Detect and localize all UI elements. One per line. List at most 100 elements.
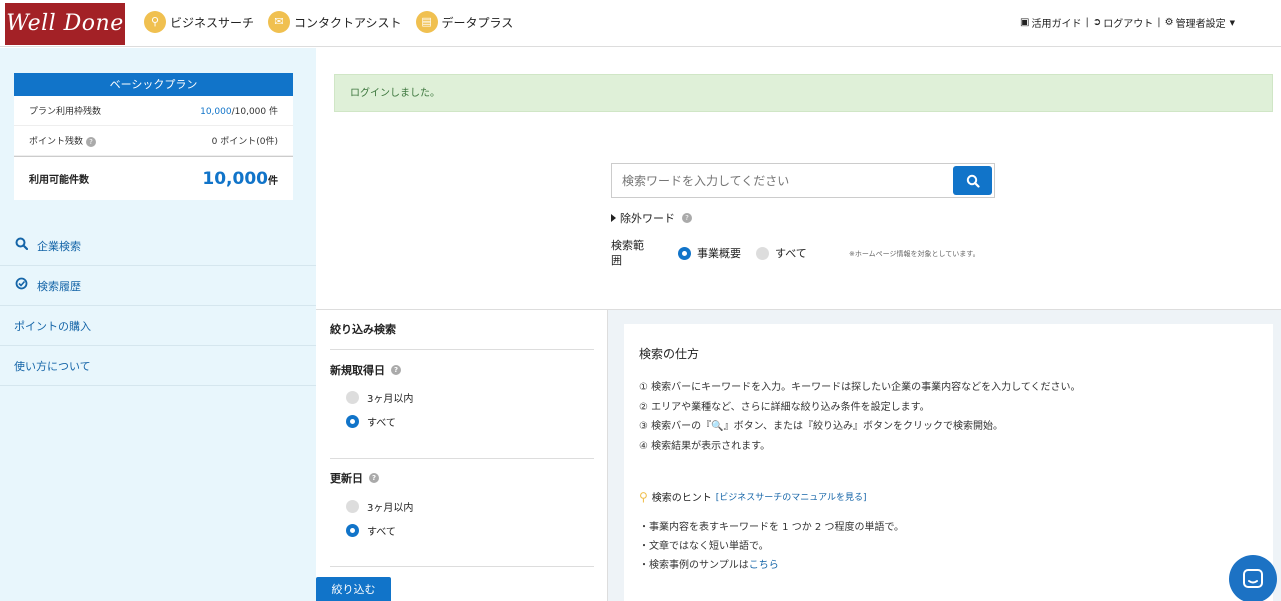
radio-unselected[interactable] [346, 391, 359, 404]
sidebar-item-label: 使い方について [14, 359, 91, 373]
updated-date-heading: 更新日 ? [330, 470, 379, 486]
sidebar-item-label: 企業検索 [37, 239, 81, 253]
divider: | [1085, 17, 1089, 28]
search-scope-label: 検索範囲 [611, 239, 644, 267]
plan-remaining-value: 10,000 [200, 107, 232, 117]
exclude-words-label: 除外ワード [620, 212, 675, 225]
radio-selected[interactable] [346, 524, 359, 537]
scope-option-summary[interactable]: 事業概要 [678, 245, 741, 261]
radio-unselected[interactable] [756, 246, 769, 260]
logout-icon: ➲ [1092, 17, 1102, 28]
guide-link[interactable]: ▣ 活用ガイド [1020, 15, 1081, 30]
plan-title: ベーシックプラン [14, 73, 293, 96]
option-label: すべて [367, 418, 396, 429]
scope-option-label: すべて [775, 247, 807, 260]
nav-data-plus[interactable]: ▤ データプラス [415, 11, 514, 33]
help-icon[interactable]: ? [86, 136, 97, 147]
document-icon: ▤ [415, 11, 438, 33]
logo[interactable]: Well Done [5, 3, 125, 45]
plan-available-label: 利用可能件数 [29, 175, 89, 186]
scope-option-all[interactable]: すべて [756, 245, 807, 261]
divider [330, 566, 594, 567]
hint-tip: ・事業内容を表すキーワードを 1 つか 2 つ程度の単語で。 [639, 522, 905, 533]
history-icon [14, 277, 28, 294]
updated-date-label: 更新日 [330, 472, 363, 485]
help-icon[interactable]: ? [369, 473, 379, 483]
help-icon[interactable]: ? [682, 213, 692, 223]
plan-available-row: 利用可能件数 10,000件 [14, 156, 293, 200]
hint-title: 検索のヒント [651, 493, 712, 504]
filter-panel: 絞り込み検索 新規取得日 ? 3ヶ月以内 すべて 更新日 ? 3ヶ月以内 すべて… [316, 309, 608, 601]
divider [330, 458, 594, 459]
top-header: Well Done ⚲ ビジネスサーチ ✉ コンタクトアシスト ▤ データプラス… [0, 0, 1281, 47]
filter-button[interactable]: 絞り込む [316, 577, 391, 601]
hint-tip: ・文章ではなく短い単語で。 [639, 541, 769, 552]
acquired-option-3months[interactable]: 3ヶ月以内 [346, 390, 413, 405]
plan-available-value: 10,000 [202, 168, 268, 189]
sidebar: ベーシックプラン プラン利用枠残数 10,000/10,000 件 ポイント残数… [0, 48, 316, 601]
howto-step: ② エリアや業種など、さらに詳細な絞り込み条件を設定します。 [639, 402, 930, 413]
nav-label: コンタクトアシスト [294, 15, 402, 30]
plan-remaining-label: プラン利用枠残数 [29, 107, 102, 117]
sidebar-item-how-to-use[interactable]: 使い方について [0, 346, 316, 386]
side-menu: 企業検索 検索履歴 ポイントの購入 使い方について [0, 226, 316, 386]
plan-remaining-row: プラン利用枠残数 10,000/10,000 件 [14, 96, 293, 126]
scope-option-label: 事業概要 [697, 247, 741, 260]
chat-widget-button[interactable] [1229, 555, 1277, 601]
plan-points-value: 0 ポイント(0件) [211, 137, 278, 147]
radio-selected[interactable] [678, 246, 691, 260]
logout-label: ログアウト [1103, 19, 1154, 30]
radio-selected[interactable] [346, 415, 359, 428]
sidebar-item-label: ポイントの購入 [14, 319, 91, 333]
sidebar-item-label: 検索履歴 [37, 279, 81, 293]
search-bar [611, 163, 995, 198]
lightbulb-icon: ⚲ [639, 489, 648, 504]
search-icon [14, 237, 28, 254]
howto-panel: 検索の仕方 ① 検索バーにキーワードを入力。キーワードは探したい企業の事業内容な… [624, 324, 1273, 601]
hint-tip-text: ・検索事例のサンプルは [639, 560, 749, 571]
sidebar-item-company-search[interactable]: 企業検索 [0, 226, 316, 266]
acquired-date-label: 新規取得日 [330, 364, 385, 377]
search-icon [966, 174, 980, 188]
mail-icon: ✉ [268, 11, 291, 33]
plan-remaining-total: /10,000 件 [231, 107, 278, 117]
plan-available-unit: 件 [268, 175, 278, 187]
gear-icon: ⚙ [1164, 17, 1174, 28]
admin-settings-dropdown[interactable]: ⚙ 管理者設定 ▼ [1165, 15, 1235, 30]
hint-tip: ・検索事例のサンプルはこちら [639, 556, 779, 571]
scope-note: ※ホームページ情報を対象としています。 [849, 250, 980, 258]
howto-step: ④ 検索結果が表示されます。 [639, 441, 771, 452]
plan-box: ベーシックプラン プラン利用枠残数 10,000/10,000 件 ポイント残数… [14, 73, 293, 200]
nav-business-search[interactable]: ⚲ ビジネスサーチ [144, 11, 254, 33]
howto-step: ③ 検索バーの『🔍』ボタン、または『絞り込み』ボタンをクリックで検索開始。 [639, 421, 1003, 432]
book-icon: ▣ [1020, 17, 1030, 28]
acquired-date-heading: 新規取得日 ? [330, 362, 401, 378]
sidebar-item-buy-points[interactable]: ポイントの購入 [0, 306, 316, 346]
caret-right-icon [611, 214, 616, 222]
nav-label: ビジネスサーチ [170, 15, 255, 30]
nav-contact-assist[interactable]: ✉ コンタクトアシスト [268, 11, 402, 33]
login-success-alert: ログインしました。 [334, 74, 1273, 112]
updated-option-all[interactable]: すべて [346, 523, 396, 538]
manual-link[interactable]: [ビジネスサーチのマニュアルを見る] [716, 490, 867, 503]
divider: | [1157, 17, 1161, 28]
search-button[interactable] [953, 166, 992, 195]
acquired-option-all[interactable]: すべて [346, 414, 396, 429]
guide-label: 活用ガイド [1031, 19, 1082, 30]
search-hint: ⚲ 検索のヒント [ビジネスサーチのマニュアルを見る] [639, 489, 867, 505]
logout-link[interactable]: ➲ ログアウト [1093, 15, 1153, 30]
sample-link[interactable]: こちら [749, 560, 779, 571]
help-icon[interactable]: ? [391, 365, 401, 375]
updated-option-3months[interactable]: 3ヶ月以内 [346, 499, 413, 514]
sidebar-item-search-history[interactable]: 検索履歴 [0, 266, 316, 306]
top-nav: ⚲ ビジネスサーチ ✉ コンタクトアシスト ▤ データプラス [144, 11, 513, 33]
exclude-words-toggle[interactable]: 除外ワード ? [611, 210, 692, 226]
plan-points-label: ポイント残数 [29, 137, 84, 147]
admin-label: 管理者設定 [1175, 19, 1226, 30]
radio-unselected[interactable] [346, 500, 359, 513]
plan-points-row: ポイント残数? 0 ポイント(0件) [14, 126, 293, 156]
nav-label: データプラス [441, 15, 514, 30]
howto-step: ① 検索バーにキーワードを入力。キーワードは探したい企業の事業内容などを入力して… [639, 382, 1081, 393]
divider [330, 349, 594, 350]
search-input[interactable] [612, 164, 952, 197]
